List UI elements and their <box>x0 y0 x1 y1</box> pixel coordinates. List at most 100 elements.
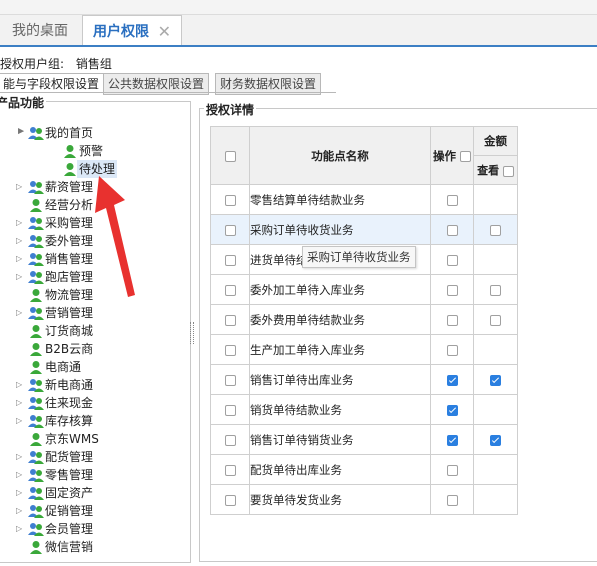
expand-toggle-icon[interactable]: ▷ <box>16 178 26 196</box>
table-row[interactable]: 生产加工单待入库业务 <box>210 334 518 365</box>
tree-node-label: 新电商通 <box>45 378 94 392</box>
view-amount-cell <box>473 244 518 275</box>
view-amount-checkbox[interactable] <box>490 374 501 386</box>
operate-checkbox[interactable] <box>446 434 458 446</box>
operate-cell <box>430 244 474 275</box>
expand-toggle-icon[interactable]: ▷ <box>16 268 26 286</box>
view-amount-checkbox[interactable] <box>490 224 501 236</box>
view-amount-cell <box>473 484 518 515</box>
user-group-icon <box>28 234 44 248</box>
tree-node-label: 促销管理 <box>45 504 94 518</box>
operate-checkbox[interactable] <box>446 254 458 266</box>
expand-toggle-icon[interactable]: ▷ <box>16 250 26 268</box>
operate-checkbox[interactable] <box>446 464 458 476</box>
tab-user-permissions[interactable]: 用户权限 ✕ <box>82 15 182 45</box>
arrow-shape <box>95 176 135 297</box>
row-select-checkbox[interactable] <box>224 374 236 386</box>
row-select-checkbox[interactable] <box>224 404 236 416</box>
row-select-checkbox[interactable] <box>224 344 236 356</box>
row-select-cell <box>210 364 250 395</box>
function-name-cell: 销售订单待销货业务 <box>249 424 431 455</box>
user-group-icon <box>28 306 44 320</box>
top-strip <box>0 0 597 15</box>
operate-checkbox[interactable] <box>446 194 458 206</box>
operate-checkbox[interactable] <box>446 404 458 416</box>
expand-toggle-icon[interactable]: ▷ <box>16 466 26 484</box>
view-amount-checkbox[interactable] <box>490 434 501 446</box>
tab-desktop[interactable]: 我的桌面 <box>12 15 68 45</box>
view-all-checkbox[interactable] <box>502 165 514 177</box>
row-select-checkbox[interactable] <box>224 494 236 506</box>
operate-checkbox[interactable] <box>446 314 458 326</box>
operate-checkbox[interactable] <box>446 494 458 506</box>
header-function-name: 功能点名称 <box>249 126 431 185</box>
operate-cell <box>430 484 474 515</box>
expand-toggle-icon[interactable]: ▷ <box>16 484 26 502</box>
expand-toggle-icon[interactable]: ▷ <box>16 214 26 232</box>
table-row[interactable]: 要货单待发货业务 <box>210 484 518 515</box>
expand-toggle-icon[interactable]: ▷ <box>16 412 26 430</box>
expand-toggle-icon[interactable]: ▷ <box>16 394 26 412</box>
expand-toggle-icon[interactable]: ▷ <box>16 376 26 394</box>
table-row[interactable]: 销售订单待出库业务 <box>210 364 518 395</box>
header-view-label: 查看 <box>477 164 500 177</box>
panel-splitter-handle[interactable] <box>190 322 194 344</box>
operate-checkbox[interactable] <box>446 374 458 386</box>
row-select-cell <box>210 424 250 455</box>
tree-node-label: 固定资产 <box>45 486 94 500</box>
operate-checkbox[interactable] <box>446 224 458 236</box>
view-amount-checkbox[interactable] <box>490 284 501 296</box>
view-amount-checkbox[interactable] <box>490 314 501 326</box>
row-select-cell <box>210 454 250 485</box>
expand-toggle-icon[interactable]: ▷ <box>16 448 26 466</box>
close-icon[interactable]: ✕ <box>158 16 171 48</box>
user-group-icon <box>28 486 44 500</box>
expand-toggle-icon[interactable]: ▷ <box>16 232 26 250</box>
expand-toggle-icon[interactable]: ▷ <box>16 304 26 322</box>
row-select-checkbox[interactable] <box>224 194 236 206</box>
row-select-checkbox[interactable] <box>224 464 236 476</box>
table-row[interactable]: 委外加工单待入库业务 <box>210 274 518 305</box>
table-row[interactable]: 配货单待出库业务 <box>210 454 518 485</box>
row-select-cell <box>210 394 250 425</box>
select-all-cell <box>210 126 250 185</box>
table-row[interactable]: 采购订单待收货业务 <box>210 214 518 245</box>
operate-cell <box>430 364 474 395</box>
user-icon <box>62 144 78 158</box>
expand-toggle-icon[interactable]: ▷ <box>16 502 26 520</box>
row-select-checkbox[interactable] <box>224 224 236 236</box>
row-select-checkbox[interactable] <box>224 284 236 296</box>
table-row[interactable]: 委外费用单待结款业务 <box>210 304 518 335</box>
row-select-checkbox[interactable] <box>224 254 236 266</box>
expand-toggle-icon[interactable]: ▷ <box>16 520 26 538</box>
operate-cell <box>430 274 474 305</box>
select-all-checkbox[interactable] <box>224 150 236 162</box>
permission-table: 功能点名称 操作 金额 查看 零售结算单待结款业务 采购订单待收货业务 进货单待结委… <box>210 126 518 515</box>
tree-node-label: 京东WMS <box>45 432 99 446</box>
operate-all-checkbox[interactable] <box>460 150 471 162</box>
tab-bar: 我的桌面 用户权限 ✕ <box>0 15 597 47</box>
table-row[interactable]: 销售订单待销货业务 <box>210 424 518 455</box>
view-amount-cell <box>473 184 518 215</box>
operate-checkbox[interactable] <box>446 284 458 296</box>
function-name-cell: 配货单待出库业务 <box>249 454 431 485</box>
table-row[interactable]: 零售结算单待结款业务 <box>210 184 518 215</box>
row-select-cell <box>210 484 250 515</box>
table-row[interactable]: 销货单待结款业务 <box>210 394 518 425</box>
operate-checkbox[interactable] <box>446 344 458 356</box>
function-name-cell: 销货单待结款业务 <box>249 394 431 425</box>
authorized-group-value: 销售组 <box>75 57 112 71</box>
tree-node-label: 电商通 <box>45 360 82 374</box>
view-amount-cell <box>473 334 518 365</box>
row-select-checkbox[interactable] <box>224 434 236 446</box>
tree-node-label: 预警 <box>79 144 104 158</box>
user-group-icon <box>28 468 44 482</box>
tree-node-label: 会员管理 <box>45 522 94 536</box>
user-group-icon <box>28 252 44 266</box>
user-icon <box>28 360 44 374</box>
tab-user-permissions-label: 用户权限 <box>93 24 149 40</box>
row-select-checkbox[interactable] <box>224 314 236 326</box>
operate-cell <box>430 424 474 455</box>
function-name-cell: 委外费用单待结款业务 <box>249 304 431 335</box>
product-function-title: 产品功能 <box>0 94 47 111</box>
